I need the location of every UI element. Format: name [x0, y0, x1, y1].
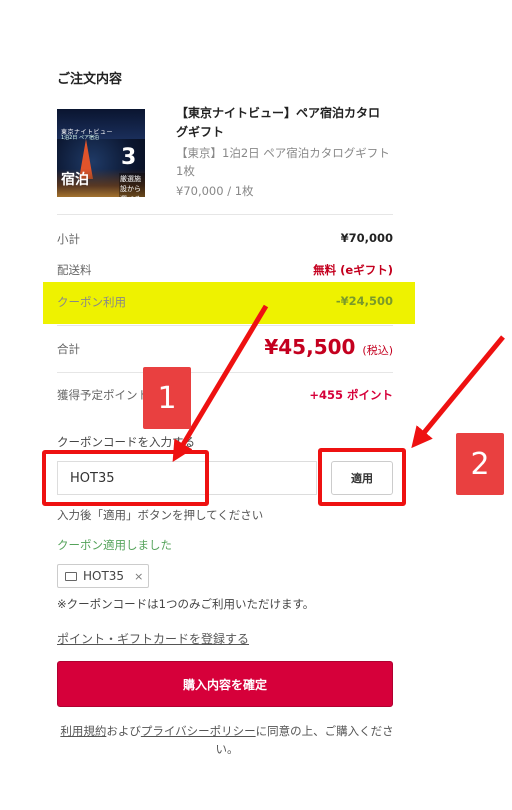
register-points-giftcard-link[interactable]: ポイント・ギフトカードを登録する	[57, 630, 249, 647]
confirm-purchase-button[interactable]: 購入内容を確定	[57, 661, 393, 707]
coupon-help-text: 入力後「適用」ボタンを押してください	[57, 508, 264, 522]
annotation-callout-1: 1	[143, 367, 191, 429]
privacy-policy-link[interactable]: プライバシーポリシー	[141, 724, 256, 738]
applied-coupon-code: HOT35	[83, 569, 125, 583]
annotation-arrow-2	[411, 335, 505, 449]
annotation-callout-2: 2	[456, 433, 504, 495]
terms-link[interactable]: 利用規約	[60, 724, 106, 738]
coupon-note: ※クーポンコードは1つのみご利用いただけます。	[57, 597, 315, 611]
remove-coupon-icon[interactable]: ×	[134, 570, 143, 583]
annotation-arrow-1	[172, 304, 269, 463]
coupon-success-message: クーポン適用しました	[57, 538, 172, 552]
ticket-icon	[65, 571, 77, 581]
terms-notice: 利用規約およびプライバシーポリシーに同意の上、ご購入ください。	[60, 724, 394, 756]
applied-coupon-chip: HOT35 ×	[57, 564, 149, 588]
